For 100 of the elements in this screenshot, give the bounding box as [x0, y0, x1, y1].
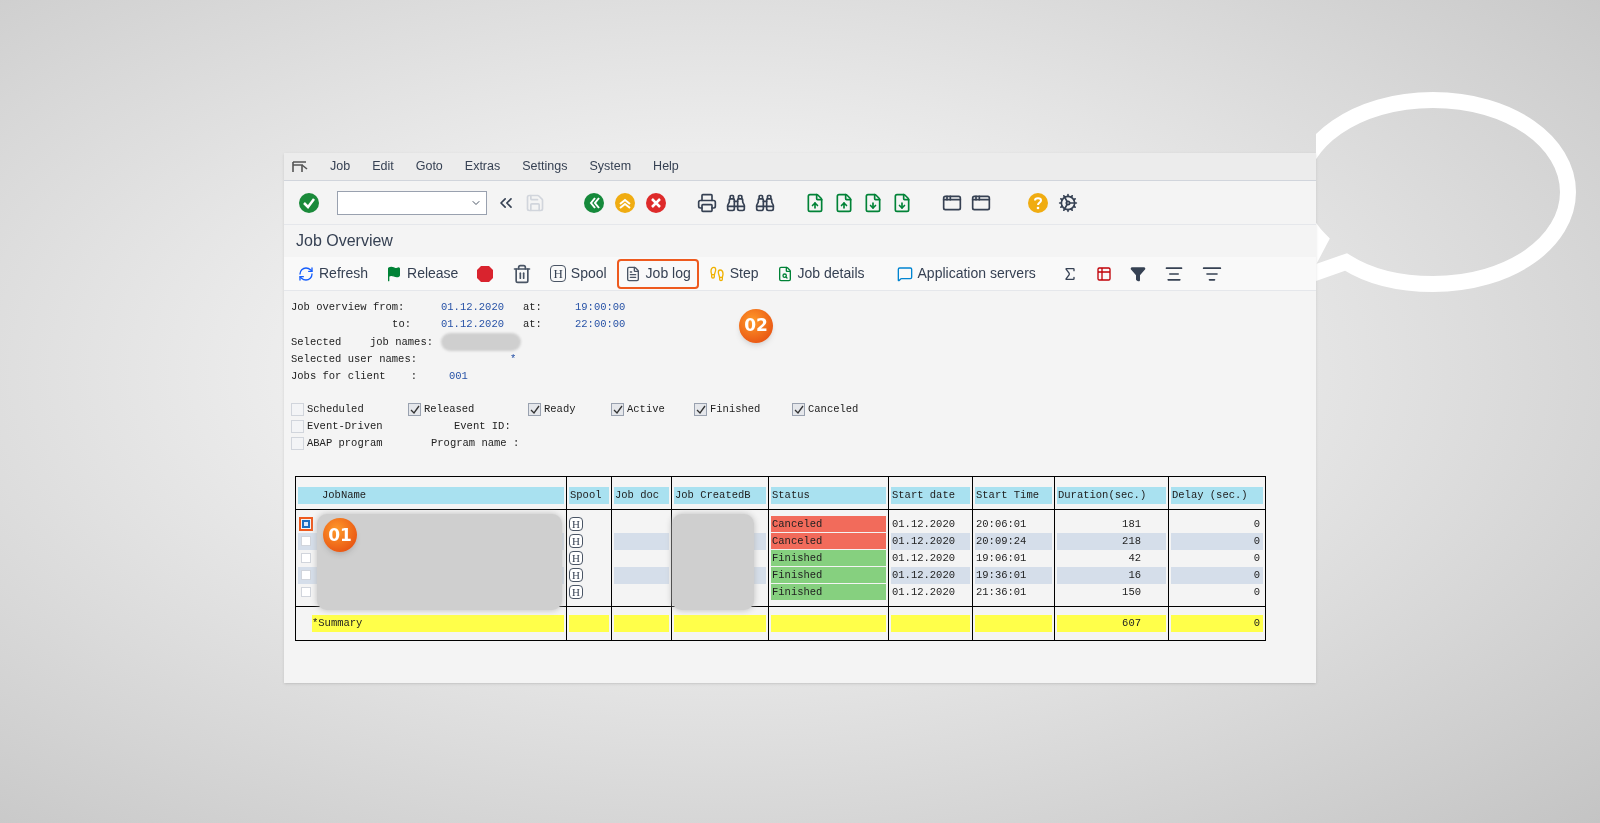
- checkbox-label: ABAP program: [307, 436, 383, 451]
- menu-item[interactable]: Settings: [522, 157, 568, 176]
- column-header[interactable]: Delay (sec.): [1171, 487, 1263, 504]
- spool-icon[interactable]: H: [569, 568, 583, 582]
- printer-icon[interactable]: [697, 192, 717, 213]
- summary-value: 0: [1171, 615, 1263, 632]
- criteria-label: to:: [392, 317, 412, 332]
- spool-icon[interactable]: H: [569, 517, 583, 531]
- page-up-icon[interactable]: [834, 192, 854, 213]
- column-header[interactable]: Spool: [569, 487, 609, 504]
- time-value: 19:00:00: [575, 300, 626, 315]
- column-header[interactable]: Job CreatedB: [674, 487, 766, 504]
- checkbox[interactable]: [408, 403, 421, 416]
- table-cell: 218: [1057, 532, 1166, 550]
- screen-title: Job Overview: [295, 231, 394, 251]
- spool-icon[interactable]: H: [569, 534, 583, 548]
- column-header[interactable]: Start date: [891, 487, 970, 504]
- summary-cell: [614, 615, 669, 632]
- checkbox[interactable]: [694, 403, 707, 416]
- document-search-icon: [776, 265, 793, 282]
- table-cell-text: 0: [1252, 550, 1261, 566]
- binoculars-icon[interactable]: [755, 192, 775, 213]
- refresh-icon: [298, 265, 314, 282]
- toolbar-button[interactable]: Job log: [616, 258, 699, 289]
- footprints-icon: [708, 265, 725, 282]
- menu-icon[interactable]: [292, 160, 308, 173]
- user-names-value: *: [510, 352, 517, 367]
- table-cell: 01.12.2020: [891, 566, 970, 584]
- table-cell-text: 01.12.2020: [891, 516, 956, 532]
- page-down-icon[interactable]: [892, 192, 912, 213]
- checkbox-label: Scheduled: [307, 402, 364, 417]
- checkbox[interactable]: [291, 437, 304, 450]
- menu-item[interactable]: Job: [330, 157, 351, 176]
- table-cell-text: 21:36:01: [975, 584, 1028, 600]
- status-cell: Canceled: [771, 533, 886, 549]
- table-cell: [614, 566, 669, 584]
- checkbox-label: Ready: [544, 402, 576, 417]
- criteria-label: Job overview from:: [291, 300, 406, 315]
- table-cell-text: 01.12.2020: [891, 550, 956, 566]
- page-up-icon[interactable]: [805, 192, 825, 213]
- summary-label: *Summary: [312, 615, 564, 632]
- checkbox[interactable]: [792, 403, 805, 416]
- field-label: Program name :: [431, 436, 520, 451]
- table-cell-text: 42: [1127, 550, 1142, 566]
- date-value: 01.12.2020: [441, 317, 504, 332]
- menu-item[interactable]: Help: [653, 157, 679, 176]
- status-cell: Finished: [771, 567, 886, 583]
- spool-icon[interactable]: H: [569, 551, 583, 565]
- table-cell-text: 0: [1252, 516, 1261, 532]
- table-cell-text: 19:06:01: [975, 550, 1028, 566]
- confirm-icon[interactable]: [298, 191, 320, 214]
- stop-sign-icon: [476, 264, 495, 283]
- table-cell: 0: [1171, 532, 1263, 550]
- field-label: Event ID:: [454, 419, 511, 434]
- page-down-icon[interactable]: [863, 192, 883, 213]
- table-cell-text: 20:06:01: [975, 516, 1028, 532]
- checkbox-label: Released: [424, 402, 475, 417]
- binoculars-icon[interactable]: [726, 192, 746, 213]
- table-cell-text: 01.12.2020: [891, 584, 956, 600]
- cancel-icon[interactable]: [645, 191, 667, 214]
- menu-item[interactable]: Goto: [415, 157, 443, 176]
- table-icon: [1095, 265, 1112, 282]
- menu-item[interactable]: Extras: [464, 157, 501, 176]
- column-header[interactable]: Job doc: [614, 487, 669, 504]
- checkbox[interactable]: [528, 403, 541, 416]
- date-value: 01.12.2020: [441, 300, 504, 315]
- criteria-label: Selected: [291, 334, 343, 350]
- checkbox[interactable]: [611, 403, 624, 416]
- toolbar-button[interactable]: Release: [378, 258, 467, 289]
- settings-icon[interactable]: [1058, 192, 1078, 213]
- client-value: 001: [449, 369, 468, 384]
- checkbox-label: Finished: [710, 402, 761, 417]
- toolbar-button[interactable]: Step: [700, 258, 767, 289]
- table-cell: 0: [1171, 566, 1263, 584]
- filter-icon: [1129, 265, 1146, 282]
- menu-item[interactable]: Edit: [372, 157, 394, 176]
- row-selector[interactable]: [299, 517, 313, 531]
- menu-item[interactable]: System: [589, 157, 632, 176]
- summary-cell: [569, 615, 609, 632]
- table-cell: 19:36:01: [975, 566, 1052, 584]
- table-cell: 16: [1057, 566, 1166, 584]
- table-cell: 01.12.2020: [891, 532, 970, 550]
- toolbar-button[interactable]: Refresh: [290, 258, 377, 289]
- back-icon[interactable]: [583, 191, 605, 214]
- criteria-label: job names:: [370, 334, 433, 350]
- column-header[interactable]: Duration(sec.): [1057, 487, 1166, 504]
- time-value: 22:00:00: [575, 317, 626, 332]
- column-header[interactable]: Start Time: [975, 487, 1052, 504]
- toolbar-button[interactable]: H Spool: [542, 258, 615, 289]
- criteria-label: at:: [523, 300, 542, 315]
- command-field[interactable]: [337, 190, 487, 215]
- column-header[interactable]: JobName: [298, 487, 564, 504]
- checkbox[interactable]: [291, 403, 304, 416]
- toolbar-button[interactable]: Application servers: [888, 258, 1044, 289]
- spool-icon[interactable]: H: [569, 585, 583, 599]
- toolbar-button[interactable]: Job details: [768, 258, 873, 289]
- table-cell-text: 150: [1121, 584, 1142, 600]
- document-icon: [624, 265, 641, 282]
- checkbox[interactable]: [291, 420, 304, 433]
- column-header[interactable]: Status: [771, 487, 886, 504]
